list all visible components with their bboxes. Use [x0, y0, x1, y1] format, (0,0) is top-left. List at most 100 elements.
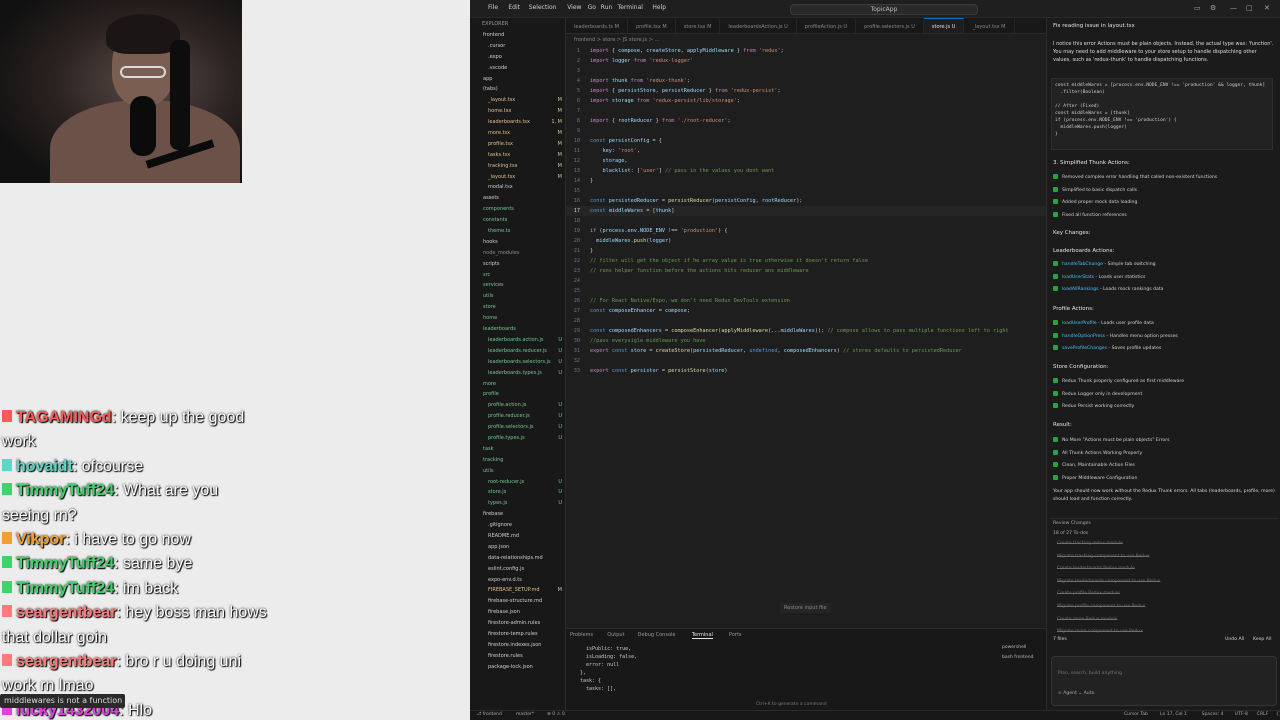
- breadcrumb[interactable]: frontend > store > JS store.js > ...: [574, 37, 659, 43]
- editor-tab[interactable]: store.tsx M: [676, 19, 721, 33]
- explorer-item[interactable]: constants: [478, 215, 565, 226]
- explorer-item[interactable]: .gitignore: [478, 520, 565, 531]
- minimize-icon[interactable]: —: [1230, 4, 1237, 12]
- status-item[interactable]: ⊗ 0 ⚠ 0: [547, 712, 565, 717]
- explorer-item[interactable]: eslint.config.js: [478, 564, 565, 575]
- editor-tab[interactable]: leaderboardsAction.js U: [720, 19, 797, 33]
- editor-hint[interactable]: Restore input file: [780, 603, 831, 613]
- command-center-search[interactable]: TopicApp: [790, 4, 978, 15]
- explorer-item[interactable]: profile.types.js U: [478, 433, 565, 444]
- explorer-item[interactable]: theme.ts: [478, 226, 565, 237]
- editor-tab[interactable]: _layout.tsx M: [964, 19, 1015, 33]
- explorer-item[interactable]: README.md: [478, 531, 565, 542]
- explorer-item[interactable]: home.tsx M: [478, 106, 565, 117]
- code-line[interactable]: 5 import { persistStore, persistReducer }…: [566, 86, 1046, 96]
- explorer-item[interactable]: profile.tsx M: [478, 139, 565, 150]
- explorer-item[interactable]: frontend: [478, 30, 565, 41]
- code-line[interactable]: 22 // filter will get the object if he ar…: [566, 256, 1046, 266]
- editor-tab[interactable]: leaderboards.ts M: [566, 19, 628, 33]
- explorer-item[interactable]: FIREBASE_SETUP.md M: [478, 585, 565, 596]
- code-line[interactable]: 9: [566, 126, 1046, 136]
- explorer-item[interactable]: firestore-temp.rules: [478, 629, 565, 640]
- explorer-item[interactable]: components: [478, 204, 565, 215]
- todo-item[interactable]: Create profile Redux module: [1057, 591, 1120, 596]
- code-line[interactable]: 16 const persistedReducer = persistReduce…: [566, 196, 1046, 206]
- code-line[interactable]: 1 import { compose, createStore, applyMid…: [566, 46, 1046, 56]
- explorer-item[interactable]: (tabs): [478, 84, 565, 95]
- menu-selection[interactable]: Selection: [529, 4, 557, 11]
- todo-count[interactable]: 18 of 27 To-dos: [1053, 531, 1088, 536]
- explorer-item[interactable]: profile: [478, 389, 565, 400]
- status-item[interactable]: {} JavaScript: [1276, 712, 1280, 717]
- editor-tab[interactable]: profile.tsx M: [628, 19, 676, 33]
- menu-file[interactable]: File: [488, 4, 498, 11]
- explorer-item[interactable]: tracking: [478, 455, 565, 466]
- todo-item[interactable]: Migrate leaderboards component to use Re…: [1057, 579, 1160, 584]
- explorer-item[interactable]: _layout.tsx M: [478, 95, 565, 106]
- menu-help[interactable]: Help: [652, 4, 666, 11]
- code-line[interactable]: 29 const composedEnhancers = composeEnhan…: [566, 326, 1046, 336]
- explorer-item[interactable]: .expo: [478, 52, 565, 63]
- editor-tab[interactable]: profileAction.js U: [797, 19, 857, 33]
- code-line[interactable]: 33 export const persistor = persistStore(…: [566, 366, 1046, 376]
- code-line[interactable]: 23 // runs helper function before the act…: [566, 266, 1046, 276]
- explorer-item[interactable]: types.js U: [478, 498, 565, 509]
- explorer-item[interactable]: tasks.tsx M: [478, 150, 565, 161]
- maximize-icon[interactable]: □: [1246, 4, 1253, 12]
- explorer-item[interactable]: tracking.tsx M: [478, 161, 565, 172]
- explorer-item[interactable]: task: [478, 444, 565, 455]
- explorer-item[interactable]: firestore.rules: [478, 651, 565, 662]
- status-item[interactable]: UTF-8: [1235, 712, 1248, 717]
- panel-tab-ports[interactable]: Ports: [729, 632, 742, 638]
- explorer-item[interactable]: firebase: [478, 509, 565, 520]
- code-line[interactable]: 6 import storage from 'redux-persist/lib/…: [566, 96, 1046, 106]
- explorer-item[interactable]: firebase.json: [478, 607, 565, 618]
- code-line[interactable]: 17 const middleWares = [thunk]: [566, 206, 1046, 216]
- explorer-item[interactable]: firestore-admin.rules: [478, 618, 565, 629]
- code-line[interactable]: 32: [566, 356, 1046, 366]
- explorer-item[interactable]: leaderboards.selectors.js U: [478, 357, 565, 368]
- todo-item[interactable]: Create tracking redux module: [1057, 541, 1123, 546]
- todo-item[interactable]: Migrate profile component to use Redux: [1057, 604, 1145, 609]
- undo-all-button[interactable]: Undo All: [1225, 637, 1244, 642]
- status-item[interactable]: ⎇ frontend: [476, 712, 502, 717]
- close-icon[interactable]: ✕: [1264, 4, 1270, 12]
- explorer-item[interactable]: home: [478, 313, 565, 324]
- explorer-item[interactable]: store.js U: [478, 487, 565, 498]
- explorer-item[interactable]: utils: [478, 291, 565, 302]
- code-line[interactable]: 19 if (process.env.NODE_ENV !== 'producti…: [566, 226, 1046, 236]
- code-line[interactable]: 27 const composeEnhancer = compose;: [566, 306, 1046, 316]
- code-line[interactable]: 10 const persistConfig = {: [566, 136, 1046, 146]
- layout-icon[interactable]: ▭: [1194, 4, 1201, 12]
- explorer-item[interactable]: app.json: [478, 542, 565, 553]
- code-line[interactable]: 18: [566, 216, 1046, 226]
- panel-tab-debug-console[interactable]: Debug Console: [638, 632, 676, 638]
- code-line[interactable]: 31 export const store = createStore(persi…: [566, 346, 1046, 356]
- code-line[interactable]: 26 // For React Native/Expo, we don't nee…: [566, 296, 1046, 306]
- panel-tab-terminal[interactable]: Terminal: [691, 632, 713, 639]
- review-header[interactable]: Review Changes: [1053, 521, 1091, 526]
- explorer-item[interactable]: node_modules: [478, 248, 565, 259]
- status-item[interactable]: CRLF: [1257, 712, 1268, 717]
- code-line[interactable]: 2 import logger from 'redux-logger': [566, 56, 1046, 66]
- todo-item[interactable]: Migrate tracking component to use Redux: [1057, 554, 1149, 559]
- explorer-item[interactable]: leaderboards.tsx 1, M: [478, 117, 565, 128]
- explorer-item[interactable]: leaderboards.action.js U: [478, 335, 565, 346]
- code-line[interactable]: 14}: [566, 176, 1046, 186]
- menu-run[interactable]: Run: [601, 4, 613, 11]
- explorer-item[interactable]: profile.action.js U: [478, 400, 565, 411]
- todo-item[interactable]: Migrate more component to use Redux: [1057, 629, 1143, 634]
- explorer-item[interactable]: leaderboards: [478, 324, 565, 335]
- shell-powershell[interactable]: powershell: [1002, 645, 1026, 650]
- menu-view[interactable]: View: [567, 4, 581, 11]
- explorer-item[interactable]: store: [478, 302, 565, 313]
- menu-edit[interactable]: Edit: [508, 4, 520, 11]
- explorer-item[interactable]: firebase-structure.md: [478, 596, 565, 607]
- menu-go[interactable]: Go: [588, 4, 596, 11]
- panel-tab-problems[interactable]: Problems: [570, 632, 593, 638]
- code-line[interactable]: 8 import { rootReducer } from './root-red…: [566, 116, 1046, 126]
- code-line[interactable]: 20 middleWares.push(logger): [566, 236, 1046, 246]
- code-line[interactable]: 25: [566, 286, 1046, 296]
- status-item[interactable]: master*: [516, 712, 534, 717]
- code-line[interactable]: 11 key: 'root',: [566, 146, 1046, 156]
